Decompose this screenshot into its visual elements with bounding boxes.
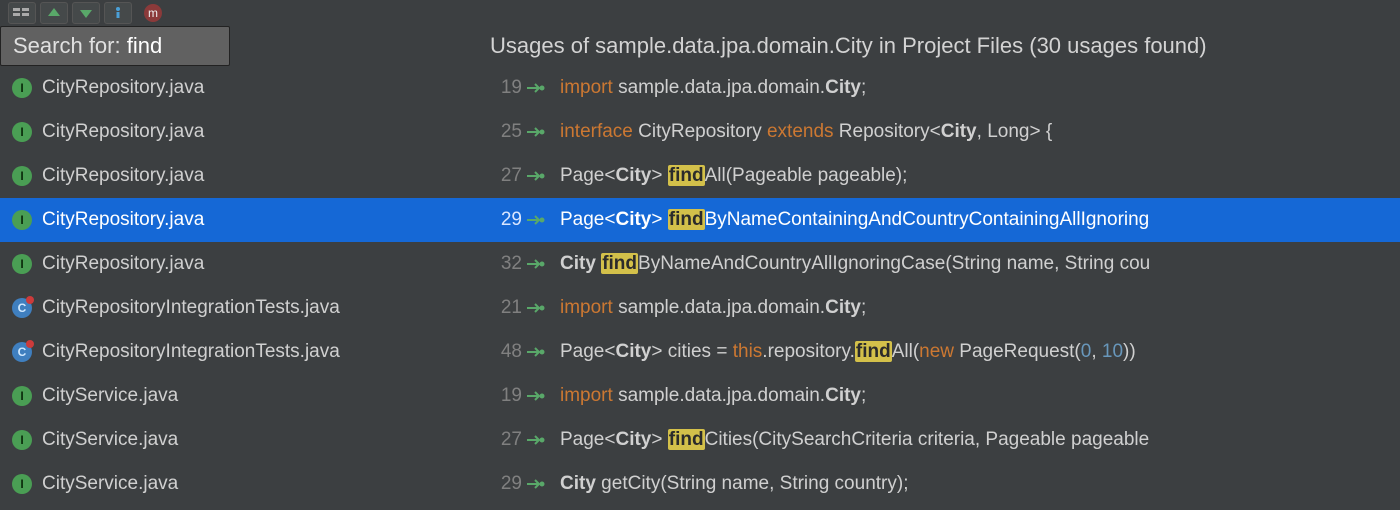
code-snippet: Page<City> findCities(CitySearchCriteria… xyxy=(560,429,1149,451)
line-number: 27 xyxy=(482,165,522,187)
code-snippet: import sample.data.jpa.domain.City; xyxy=(560,385,866,407)
result-row[interactable]: I CityRepository.java32 City findByNameAnd… xyxy=(0,242,1400,286)
line-number: 19 xyxy=(482,385,522,407)
result-row[interactable]: I CityService.java19 import sample.data.jp… xyxy=(0,374,1400,418)
line-number: 25 xyxy=(482,121,522,143)
m-badge-icon: m xyxy=(144,4,162,22)
search-bar: Search for: find xyxy=(0,26,230,66)
interface-icon: I xyxy=(12,474,32,494)
inherit-icon xyxy=(522,389,550,403)
line-number: 27 xyxy=(482,429,522,451)
line-number: 29 xyxy=(482,209,522,231)
result-row[interactable]: I CityRepository.java19 import sample.data… xyxy=(0,66,1400,110)
toolbar: m xyxy=(0,0,1400,26)
tool-btn-1[interactable] xyxy=(8,2,36,24)
line-number: 21 xyxy=(482,297,522,319)
file-name: CityRepositoryIntegrationTests.java xyxy=(42,341,482,363)
search-query: find xyxy=(127,33,162,58)
file-name: CityService.java xyxy=(42,473,482,495)
code-snippet: interface CityRepository extends Reposit… xyxy=(560,121,1052,143)
code-snippet: City findByNameAndCountryAllIgnoringCase… xyxy=(560,253,1150,275)
result-row[interactable]: I CityRepository.java27 Page<City> findAll… xyxy=(0,154,1400,198)
results-list: ICityRepository.java19import sample.data… xyxy=(0,66,1400,506)
inherit-icon xyxy=(522,81,550,95)
line-number: 48 xyxy=(482,341,522,363)
result-row[interactable]: I CityService.java27 Page<City> findCities… xyxy=(0,418,1400,462)
search-prefix: Search for: xyxy=(13,33,121,58)
file-name: CityRepository.java xyxy=(42,209,482,231)
class-icon: C xyxy=(12,298,32,318)
file-name: CityRepository.java xyxy=(42,165,482,187)
result-row[interactable]: C CityRepositoryIntegrationTests.java21 im… xyxy=(0,286,1400,330)
code-snippet: Page<City> cities = this.repository.find… xyxy=(560,341,1136,363)
code-snippet: import sample.data.jpa.domain.City; xyxy=(560,297,866,319)
line-number: 29 xyxy=(482,473,522,495)
file-name: CityRepository.java xyxy=(42,121,482,143)
interface-icon: I xyxy=(12,166,32,186)
next-occurrence-button[interactable] xyxy=(72,2,100,24)
usages-title: Usages of sample.data.jpa.domain.City in… xyxy=(230,33,1400,59)
code-snippet: City getCity(String name, String country… xyxy=(560,473,908,495)
code-snippet: import sample.data.jpa.domain.City; xyxy=(560,77,866,99)
result-row[interactable]: I CityRepository.java29 Page<City> findByN… xyxy=(0,198,1400,242)
inherit-icon xyxy=(522,125,550,139)
inherit-icon xyxy=(522,345,550,359)
interface-icon: I xyxy=(12,122,32,142)
inherit-icon xyxy=(522,169,550,183)
interface-icon: I xyxy=(12,78,32,98)
inherit-icon xyxy=(522,477,550,491)
code-snippet: Page<City> findByNameContainingAndCountr… xyxy=(560,209,1149,231)
line-number: 32 xyxy=(482,253,522,275)
prev-occurrence-button[interactable] xyxy=(40,2,68,24)
file-name: CityRepositoryIntegrationTests.java xyxy=(42,297,482,319)
file-name: CityService.java xyxy=(42,385,482,407)
result-row[interactable]: I CityRepository.java25 interface CityRepo… xyxy=(0,110,1400,154)
result-row[interactable]: I CityService.java29 City getCity(String n… xyxy=(0,462,1400,506)
class-icon: C xyxy=(12,342,32,362)
inherit-icon xyxy=(522,301,550,315)
file-name: CityRepository.java xyxy=(42,77,482,99)
file-name: CityService.java xyxy=(42,429,482,451)
inherit-icon xyxy=(522,213,550,227)
inherit-icon xyxy=(522,257,550,271)
interface-icon: I xyxy=(12,210,32,230)
line-number: 19 xyxy=(482,77,522,99)
result-row[interactable]: C CityRepositoryIntegrationTests.java48 Pa… xyxy=(0,330,1400,374)
interface-icon: I xyxy=(12,386,32,406)
interface-icon: I xyxy=(12,254,32,274)
info-button[interactable] xyxy=(104,2,132,24)
header: Search for: find Usages of sample.data.j… xyxy=(0,26,1400,66)
inherit-icon xyxy=(522,433,550,447)
file-name: CityRepository.java xyxy=(42,253,482,275)
interface-icon: I xyxy=(12,430,32,450)
code-snippet: Page<City> findAll(Pageable pageable); xyxy=(560,165,907,187)
